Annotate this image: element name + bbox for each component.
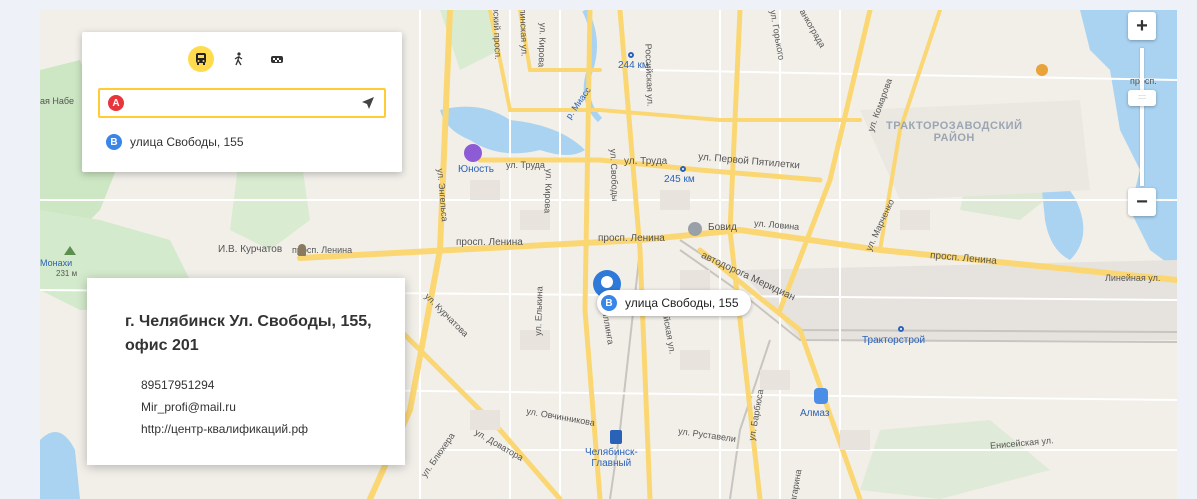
pin-label-text: улица Свободы, 155 [625,296,739,310]
website-text: http://центр-квалификаций.рф [141,422,309,436]
label-svobody: ул. Свободы [608,148,621,202]
label-sverdlovsky: Свердловский просп. [489,10,504,60]
email-text: Mir_profi@mail.ru [141,400,236,414]
my-location-icon[interactable] [358,93,378,113]
label-yunost: Юность [458,164,494,175]
sports-icon[interactable] [464,144,482,162]
park-area [860,420,1050,499]
monument-icon [298,244,306,256]
label-nabe: ая Набе [40,96,74,106]
bus-icon[interactable] [188,46,214,72]
zoom-out-button[interactable]: − [1128,188,1156,216]
phone-text: 89517951294 [141,378,215,392]
label-district: ТРАКТОРОЗАВОДСКИЙ РАЙОН [886,120,1023,144]
station-icon[interactable] [680,166,686,172]
label-chelyabinsk-glavny: Челябинск- Главный [585,447,638,469]
lake [1080,10,1177,270]
pin-person-icon [601,276,613,288]
point-b-text: улица Свободы, 155 [130,135,244,149]
shop-icon[interactable] [814,388,828,404]
poi-icon[interactable] [688,222,702,236]
train-station-icon[interactable] [610,430,622,444]
zoom-slider-track[interactable] [1140,48,1144,186]
label-rossiyskaya-2: Российская ул. [643,43,656,107]
label-almaz: Алмаз [800,408,830,419]
poi-icon [1036,64,1048,76]
label-lineynaya: Линейная ул. [1105,273,1161,283]
zoom-slider-handle[interactable]: :::: [1128,90,1156,106]
label-lenina-3: просп. Ленина [598,233,665,244]
label-monakhi-height: 231 м [56,269,78,278]
label-traktorostroy: Тракторстрой [862,335,926,346]
destination-label[interactable]: B улица Свободы, 155 [597,290,751,316]
label-monakhi: Монахи [40,258,73,268]
station-icon[interactable] [898,326,904,332]
contact-card: г. Челябинск Ул. Свободы, 155, офис 201 … [87,278,405,465]
walking-icon[interactable] [226,46,252,72]
industrial-area [860,100,1090,200]
pin-badge: B [601,295,617,311]
taxi-icon[interactable] [264,46,290,72]
label-lenina-2: просп. Ленина [456,237,523,248]
label-bovid: Бовид [708,222,737,233]
major-roads [297,10,1177,499]
point-a-badge: A [108,95,124,111]
point-a-field[interactable]: A [98,88,386,118]
label-kirova-2: ул. Кирова [542,168,555,214]
label-kurchatov: И.В. Курчатов [218,244,283,255]
label-245km: 245 км [664,174,695,185]
lake [40,432,80,499]
label-kirova-1: ул. Кирова [536,22,549,68]
route-panel: A B улица Свободы, 155 [82,32,402,172]
station-icon[interactable] [628,52,634,58]
address-title: г. Челябинск Ул. Свободы, 155, офис 201 [125,313,372,354]
label-kaslinskaya: Каслинская ул. [517,10,530,57]
point-b-badge: B [106,134,122,150]
label-elkina: ул. Елькина [532,286,545,336]
point-b-row[interactable]: B улица Свободы, 155 [106,134,244,150]
label-truda-2: ул. Труда [624,156,668,167]
transport-modes [188,46,290,72]
point-a-input[interactable] [132,91,358,115]
label-truda-1: ул. Труда [506,160,545,170]
zoom-in-button[interactable]: + [1128,12,1156,40]
mountain-icon [64,246,76,255]
